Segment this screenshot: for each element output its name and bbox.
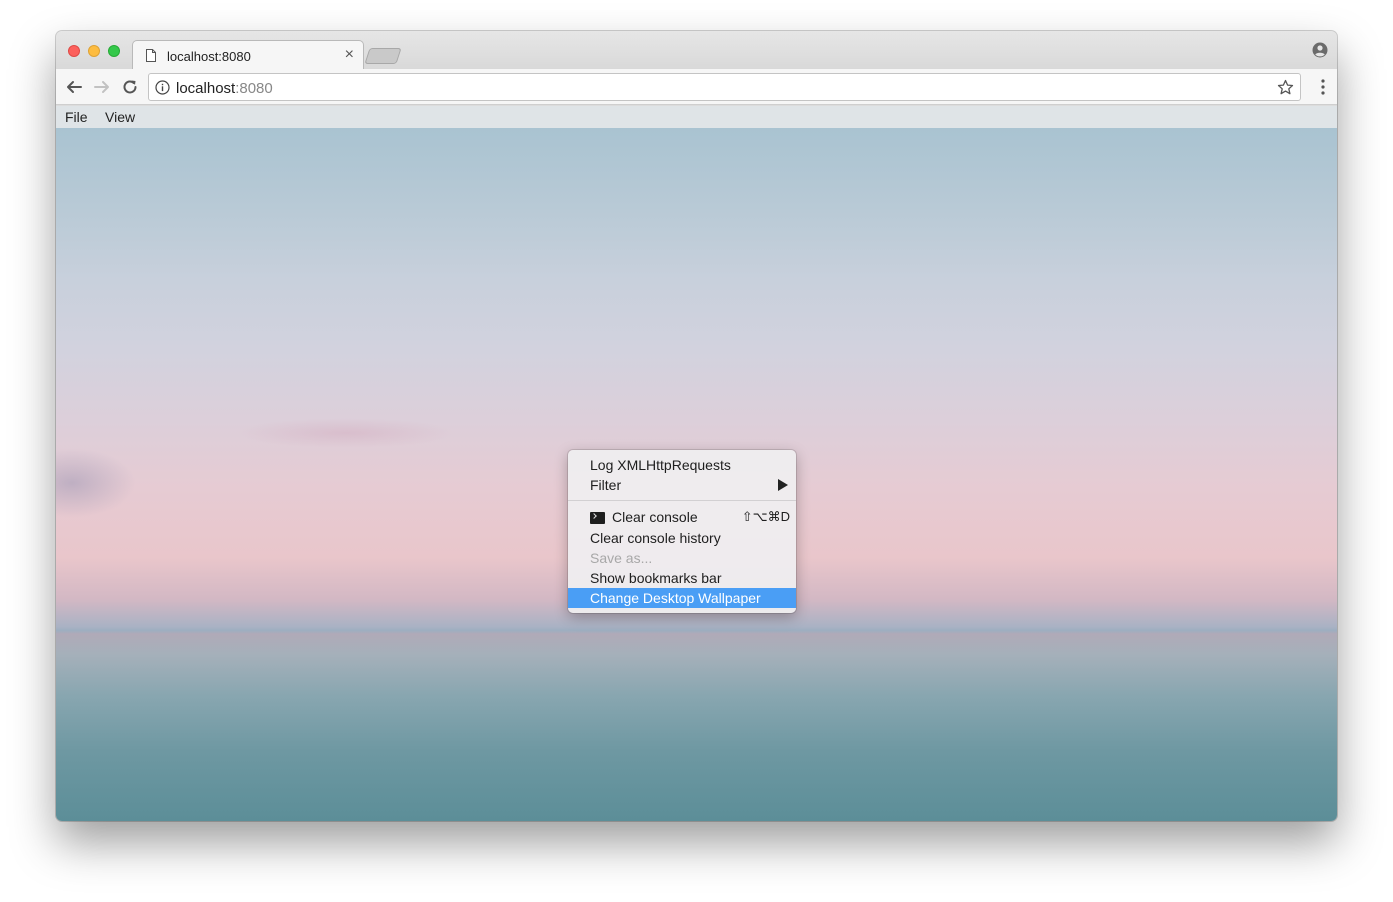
menu-item-label: Clear console history [590,530,721,546]
url-text[interactable]: localhost:8080 [176,80,273,97]
context-menu: Log XMLHttpRequests Filter Clear console… [568,450,796,613]
url-host: localhost [176,80,236,97]
new-tab-button[interactable] [364,48,402,64]
menu-item-label: Clear console [612,509,698,525]
bookmark-star-icon[interactable] [1277,79,1294,96]
tab-close-icon[interactable]: × [345,46,354,64]
menu-item-label: Log XMLHttpRequests [590,457,731,473]
desktop-wallpaper[interactable]: Log XMLHttpRequests Filter Clear console… [56,128,1337,821]
menu-item-clear-console-history[interactable]: Clear console history [568,528,796,548]
submenu-arrow-icon [778,479,788,491]
forward-arrow-icon[interactable] [93,78,111,96]
minimize-window-button[interactable] [88,45,100,57]
menu-item-filter[interactable]: Filter [568,475,796,495]
menu-item-shortcut: ⇧⌥⌘D [741,509,790,524]
browser-menu-icon[interactable] [1321,79,1325,95]
menu-item-label: Filter [590,477,622,493]
zoom-window-button[interactable] [108,45,120,57]
browser-toolbar: localhost:8080 [56,69,1337,105]
profile-icon[interactable] [1312,42,1328,58]
reload-icon[interactable] [121,78,139,96]
tab-localhost[interactable]: localhost:8080 × [132,40,364,70]
menu-item-log-xmlhttprequests[interactable]: Log XMLHttpRequests [568,455,796,475]
app-menubar: File View [56,106,1337,128]
terminal-icon [590,512,605,524]
menu-item-clear-console[interactable]: Clear console ⇧⌥⌘D [568,507,796,527]
tab-strip: localhost:8080 × [56,31,1337,70]
tab-title: localhost:8080 [167,49,251,64]
menu-file[interactable]: File [65,109,88,125]
menu-item-change-desktop-wallpaper[interactable]: Change Desktop Wallpaper [568,588,796,608]
menu-item-save-as: Save as... [568,548,796,568]
menu-separator [568,500,796,501]
menu-item-label: Save as... [590,550,653,566]
menu-item-show-bookmarks-bar[interactable]: Show bookmarks bar [568,568,796,588]
wallpaper-cloud [56,448,136,518]
back-arrow-icon[interactable] [65,78,83,96]
menu-view[interactable]: View [105,109,135,125]
address-bar[interactable]: localhost:8080 [148,73,1301,101]
page-icon [146,49,156,62]
url-port: :8080 [235,80,273,97]
close-window-button[interactable] [68,45,80,57]
menu-item-label: Change Desktop Wallpaper [590,590,761,606]
browser-window: localhost:8080 × localhost:8080 File Vie… [56,31,1337,821]
menu-item-label: Show bookmarks bar [590,570,722,586]
info-icon[interactable] [155,80,170,95]
wallpaper-cloud [236,418,456,448]
